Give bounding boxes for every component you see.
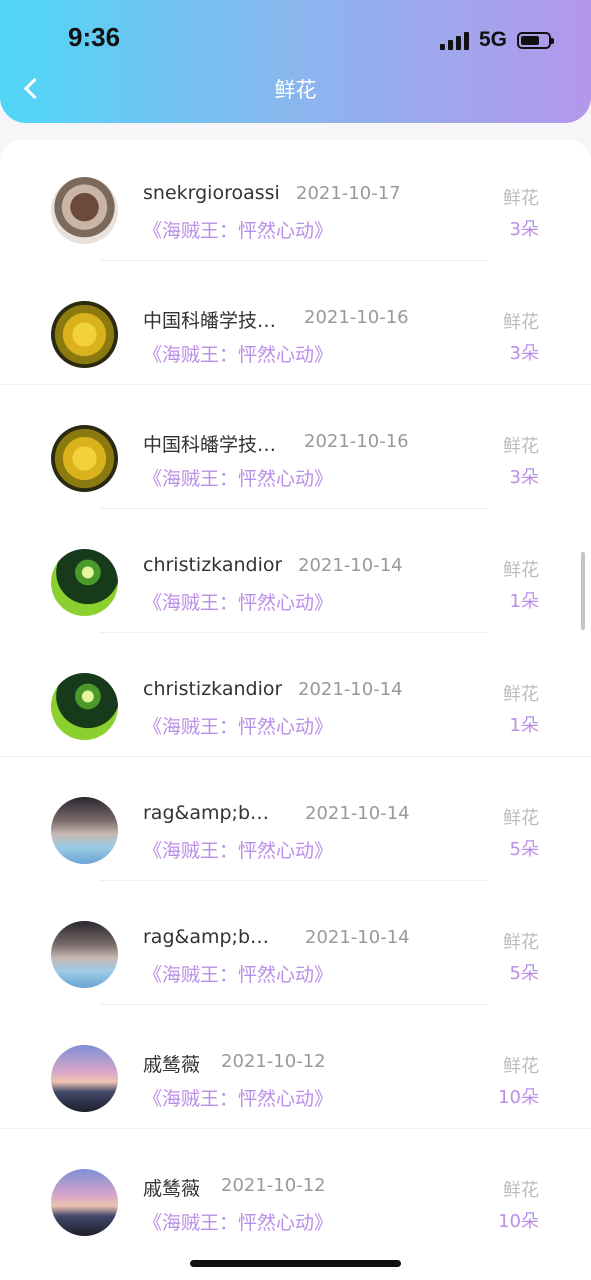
book-title[interactable]: 《海贼王：怦然心动》	[143, 1208, 333, 1235]
gift-count: 3朵	[509, 219, 539, 240]
user-name: 戚鸶薇	[143, 1178, 201, 1200]
user-name: rag&amp;b…	[143, 802, 270, 824]
page-title: 鲜花	[274, 78, 317, 102]
home-indicator[interactable]	[190, 1260, 401, 1267]
book-title[interactable]: 《海贼王：怦然心动》	[143, 340, 333, 367]
gift-type-label: 鲜花	[503, 1056, 539, 1077]
status-time: 9:36	[68, 22, 121, 52]
battery-icon	[517, 31, 554, 49]
list-item[interactable]: rag&amp;b… 2021-10-14 《海贼王：怦然心动》 鲜花 5朵	[0, 884, 591, 1008]
gift-count: 5朵	[509, 963, 539, 984]
gift-date: 2021-10-14	[298, 555, 403, 576]
list-item[interactable]: rag&amp;b… 2021-10-14 《海贼王：怦然心动》 鲜花 5朵	[0, 760, 591, 884]
gift-type-label: 鲜花	[503, 932, 539, 953]
book-title[interactable]: 《海贼王：怦然心动》	[143, 588, 333, 615]
user-name: 戚鸶薇	[143, 1054, 201, 1076]
book-title[interactable]: 《海贼王：怦然心动》	[143, 712, 333, 739]
user-name: christizkandior	[143, 554, 283, 576]
list-item[interactable]: snekrgioroassi 2021-10-17 《海贼王：怦然心动》 鲜花 …	[0, 140, 591, 264]
list-item[interactable]: 中国科皤学技术大学 2021-10-16 《海贼王：怦然心动》 鲜花 3朵	[0, 388, 591, 512]
book-title[interactable]: 《海贼王：怦然心动》	[143, 960, 333, 987]
divider	[100, 260, 487, 261]
divider	[100, 508, 487, 509]
list-item[interactable]: christizkandior 2021-10-14 《海贼王：怦然心动》 鲜花…	[0, 512, 591, 636]
divider	[0, 756, 591, 757]
avatar[interactable]	[51, 921, 118, 988]
user-name: rag&amp;b…	[143, 926, 270, 948]
avatar[interactable]	[51, 177, 118, 244]
avatar[interactable]	[51, 673, 118, 740]
gift-count: 10朵	[498, 1211, 539, 1232]
battery-level	[521, 35, 539, 45]
avatar[interactable]	[51, 1045, 118, 1112]
divider	[0, 1128, 591, 1129]
gift-count: 5朵	[509, 839, 539, 860]
gift-date: 2021-10-17	[296, 183, 401, 204]
gift-type-label: 鲜花	[503, 808, 539, 829]
gift-count: 1朵	[509, 715, 539, 736]
book-title[interactable]: 《海贼王：怦然心动》	[143, 836, 333, 863]
user-name: 中国科皤学技术大学	[143, 310, 293, 332]
book-title[interactable]: 《海贼王：怦然心动》	[143, 464, 333, 491]
header-bar: 9:36 5G 鲜花	[0, 0, 591, 123]
divider	[100, 632, 487, 633]
gift-count: 1朵	[509, 591, 539, 612]
gift-date: 2021-10-12	[221, 1051, 326, 1072]
list-item[interactable]: 戚鸶薇 2021-10-12 《海贼王：怦然心动》 鲜花 10朵	[0, 1132, 591, 1256]
scrollbar[interactable]	[581, 552, 585, 630]
gift-type-label: 鲜花	[503, 312, 539, 333]
list-item[interactable]: 戚鸶薇 2021-10-12 《海贼王：怦然心动》 鲜花 10朵	[0, 1008, 591, 1132]
gift-type-label: 鲜花	[503, 188, 539, 209]
gift-type-label: 鲜花	[503, 684, 539, 705]
avatar[interactable]	[51, 301, 118, 368]
signal-icon	[439, 30, 469, 50]
avatar[interactable]	[51, 549, 118, 616]
gift-count: 3朵	[509, 467, 539, 488]
status-icons: 5G	[439, 26, 554, 54]
gift-date: 2021-10-12	[221, 1175, 326, 1196]
user-name: christizkandior	[143, 678, 283, 700]
gift-type-label: 鲜花	[503, 436, 539, 457]
network-type: 5G	[478, 28, 507, 51]
gift-type-label: 鲜花	[503, 1180, 539, 1201]
gift-date: 2021-10-14	[305, 927, 410, 948]
gift-type-label: 鲜花	[503, 560, 539, 581]
divider	[100, 1004, 487, 1005]
gift-count: 10朵	[498, 1087, 539, 1108]
user-name: 中国科皤学技术大学	[143, 434, 293, 456]
gift-date: 2021-10-16	[304, 431, 409, 452]
divider	[0, 384, 591, 385]
avatar[interactable]	[51, 797, 118, 864]
list-item[interactable]: 中国科皤学技术大学 2021-10-16 《海贼王：怦然心动》 鲜花 3朵	[0, 264, 591, 388]
book-title[interactable]: 《海贼王：怦然心动》	[143, 216, 333, 243]
user-name: snekrgioroassi	[143, 182, 280, 204]
gift-count: 3朵	[509, 343, 539, 364]
avatar[interactable]	[51, 1169, 118, 1236]
gift-date: 2021-10-14	[298, 679, 403, 700]
gift-date: 2021-10-16	[304, 307, 409, 328]
gift-date: 2021-10-14	[305, 803, 410, 824]
divider	[100, 880, 487, 881]
list-item[interactable]: christizkandior 2021-10-14 《海贼王：怦然心动》 鲜花…	[0, 636, 591, 760]
gift-list: snekrgioroassi 2021-10-17 《海贼王：怦然心动》 鲜花 …	[0, 140, 591, 1280]
book-title[interactable]: 《海贼王：怦然心动》	[143, 1084, 333, 1111]
avatar[interactable]	[51, 425, 118, 492]
